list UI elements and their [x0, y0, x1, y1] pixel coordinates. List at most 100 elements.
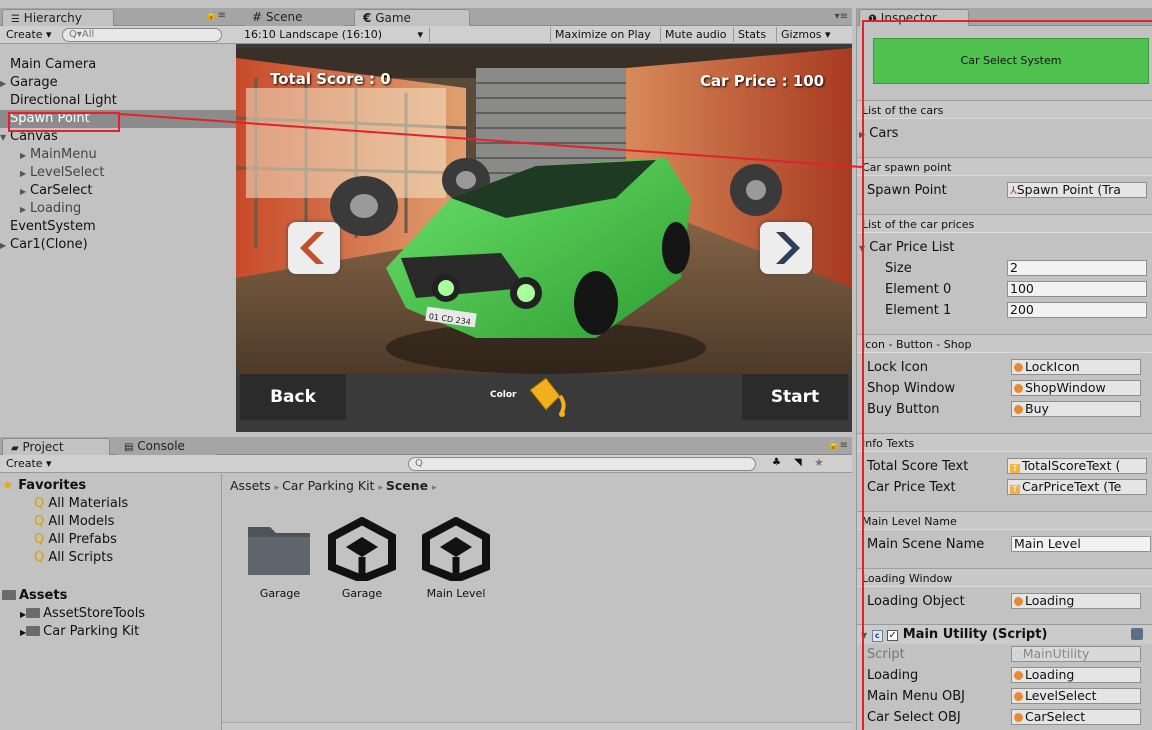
hierarchy-item-loading[interactable]: ▶ Loading [20, 200, 236, 218]
item-label: LevelSelect [30, 165, 105, 180]
hierarchy-item-garage[interactable]: ▶ Garage [0, 74, 236, 92]
chevron-left-icon [300, 232, 324, 264]
gizmos-dropdown[interactable]: Gizmos ▾ [776, 27, 835, 42]
asset-folder-assetstoretools[interactable]: ▶ AssetStoreTools [20, 606, 145, 621]
item-label: Main Camera [10, 57, 97, 72]
hierarchy-item-eventsystem[interactable]: EventSystem [10, 218, 236, 236]
unity-logo-icon [422, 516, 490, 584]
stats-toggle[interactable]: Stats [733, 27, 770, 42]
game-bottom-strip [236, 420, 852, 432]
asset-label: Main Level [426, 587, 486, 600]
hierarchy-item-car1-clone[interactable]: ▶ Car1(Clone) [0, 236, 236, 254]
folder-icon [2, 590, 16, 600]
breadcrumb-item-assets[interactable]: Assets [230, 478, 271, 493]
toggle-label: Gizmos [781, 28, 822, 41]
aspect-dropdown[interactable]: 16:10 Landscape (16:10) ▾ [240, 27, 430, 42]
color-button[interactable]: Color [488, 374, 578, 420]
hierarchy-create-button[interactable]: Create ▾ [2, 27, 56, 42]
back-button[interactable]: Back [240, 374, 346, 420]
hierarchy-search-input[interactable]: Q▾All [62, 28, 222, 42]
spawn-point-highlight [8, 112, 120, 132]
breadcrumb-item-scene[interactable]: Scene [386, 478, 428, 493]
folder-icon [248, 527, 310, 575]
tab-console-label: Console [137, 439, 185, 453]
aspect-label: 16:10 Landscape (16:10) [244, 28, 383, 41]
hierarchy-item-main-camera[interactable]: Main Camera [10, 56, 236, 74]
tab-hierarchy-label: Hierarchy [23, 11, 82, 25]
lock-icon[interactable]: 🔒≡ [827, 440, 848, 451]
filter-label-icon[interactable]: ◥ [794, 457, 802, 468]
search-icon: Q [415, 458, 423, 469]
asset-label: Garage [341, 587, 383, 600]
mute-audio-toggle[interactable]: Mute audio [660, 27, 731, 42]
expand-arrow-icon[interactable]: ▶ [0, 75, 10, 93]
item-label: Garage [10, 75, 58, 90]
breadcrumb: Assets ▸ Car Parking Kit ▸ Scene ▸ [230, 478, 437, 493]
toggle-label: Mute audio [665, 28, 727, 41]
search-placeholder: Q▾All [69, 29, 95, 40]
search-icon: Q [34, 550, 45, 565]
item-label: Directional Light [10, 93, 117, 108]
hierarchy-item-levelselect[interactable]: ▶ LevelSelect [20, 164, 236, 182]
assets-header[interactable]: Assets [2, 588, 67, 603]
item-label: Loading [30, 201, 82, 216]
asset-item-main-level-scene[interactable]: Main Level [416, 516, 496, 607]
back-label: Back [270, 387, 316, 407]
favorites-label: Favorites [18, 478, 87, 493]
asset-folder-car-parking-kit[interactable]: ▶ Car Parking Kit [20, 624, 139, 639]
toggle-label: Stats [738, 28, 767, 41]
maximize-on-play-toggle[interactable]: Maximize on Play [550, 27, 655, 42]
next-car-button[interactable] [760, 222, 812, 274]
hierarchy-toolbar: Create ▾ Q▾All [0, 26, 236, 44]
breadcrumb-item-car-parking-kit[interactable]: Car Parking Kit [282, 478, 374, 493]
inspector-highlight [862, 20, 1152, 730]
asset-item-garage-folder[interactable]: Garage [240, 517, 320, 607]
inspector-panel: ❶ Inspector Car Select System List of th… [856, 8, 1152, 730]
favorite-label: All Materials [48, 496, 129, 511]
lock-icon[interactable]: 🔒≡ [205, 10, 226, 21]
hierarchy-item-mainmenu[interactable]: ▶ MainMenu [20, 146, 236, 164]
favorite-all-scripts[interactable]: Q All Scripts [34, 550, 113, 565]
project-tabbar: ▰ Project ▤ Console 🔒≡ [0, 437, 852, 455]
hierarchy-item-directional-light[interactable]: Directional Light [10, 92, 236, 110]
game-tabbar: # Scene € Game ▾≡ [236, 8, 852, 26]
filter-type-icon[interactable]: ♣ [772, 457, 781, 468]
project-create-button[interactable]: Create ▾ [2, 456, 56, 471]
tab-console[interactable]: ▤ Console [116, 438, 216, 455]
tab-game[interactable]: € Game [354, 9, 470, 26]
favorites-header[interactable]: ★ Favorites [2, 478, 86, 493]
folder-icon: ▰ [11, 443, 19, 454]
start-button[interactable]: Start [742, 374, 848, 420]
expand-arrow-icon[interactable]: ▶ [20, 147, 30, 165]
color-label: Color [490, 390, 517, 400]
expand-arrow-icon[interactable]: ▶ [0, 237, 10, 255]
favorite-all-materials[interactable]: Q All Materials [34, 496, 128, 511]
favorite-all-models[interactable]: Q All Models [34, 514, 114, 529]
tab-scene[interactable]: # Scene [244, 9, 344, 26]
toggle-label: Maximize on Play [555, 28, 651, 41]
favorite-star-icon[interactable]: ★ [814, 456, 824, 469]
game-toolbar: 16:10 Landscape (16:10) ▾ Maximize on Pla… [236, 26, 852, 44]
search-icon: Q [34, 496, 45, 511]
prev-car-button[interactable] [288, 222, 340, 274]
hierarchy-item-carselect[interactable]: ▶ CarSelect [20, 182, 236, 200]
project-search-input[interactable]: Q [408, 457, 756, 471]
tab-game-label: Game [375, 11, 411, 25]
expand-arrow-icon[interactable]: ▶ [20, 165, 30, 183]
tab-hierarchy[interactable]: ☰ Hierarchy [2, 9, 114, 26]
hierarchy-panel: ☰ Hierarchy 🔒≡ Create ▾ Q▾All Main Camer… [0, 8, 236, 432]
create-label: Create [6, 28, 43, 41]
grid-icon: # [252, 10, 263, 24]
create-label: Create [6, 457, 43, 470]
asset-item-garage-scene[interactable]: Garage [322, 516, 402, 607]
expand-arrow-icon[interactable]: ▶ [20, 201, 30, 219]
panel-menu-icon[interactable]: ▾≡ [835, 11, 848, 22]
folder-icon [26, 608, 41, 618]
favorite-all-prefabs[interactable]: Q All Prefabs [34, 532, 117, 547]
item-label: Car1(Clone) [10, 237, 88, 252]
breadcrumb-separator-icon: ▸ [432, 483, 437, 493]
project-tree: ★ Favorites Q All Materials Q All Models… [0, 474, 222, 730]
tab-project[interactable]: ▰ Project [2, 438, 110, 455]
expand-arrow-icon[interactable]: ▶ [20, 183, 30, 201]
console-icon: ▤ [124, 442, 134, 453]
